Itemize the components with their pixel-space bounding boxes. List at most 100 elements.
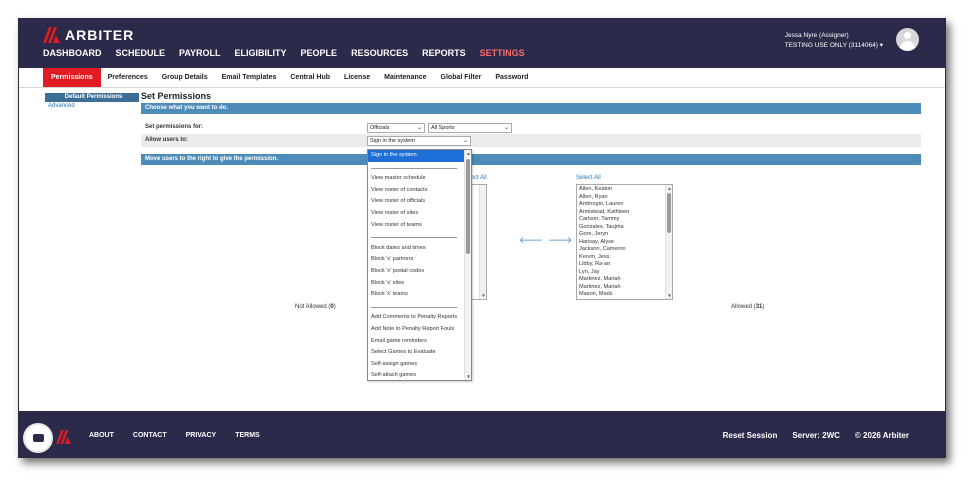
scroll-down-icon[interactable]: ▼ (480, 292, 486, 299)
nav-people[interactable]: PEOPLE (301, 48, 338, 58)
dropdown-option[interactable]: Self-assign games (368, 359, 471, 371)
reset-session-link[interactable]: Reset Session (723, 431, 778, 440)
chevron-down-icon: ⌄ (503, 125, 509, 131)
list-item[interactable]: Jackson, Cameron (577, 246, 672, 254)
list-item[interactable]: Martinez, Mariah (577, 276, 672, 284)
sport-select[interactable]: All Sports ⌄ (428, 123, 512, 133)
permission-select[interactable]: Sign in the system ⌄ (367, 136, 471, 146)
nav-settings[interactable]: SETTINGS (480, 48, 525, 58)
allow-users-row: Allow users to: Sign in the system ⌄ (141, 134, 921, 147)
side-menu: Default Permissions Advanced (45, 93, 139, 111)
nav-reports[interactable]: REPORTS (422, 48, 466, 58)
list-item[interactable]: Ambrogio, Lauren (577, 201, 672, 209)
chevron-down-icon: ⌄ (416, 125, 422, 131)
tab-global-filter[interactable]: Global Filter (434, 68, 489, 87)
dropdown-option[interactable]: Block dates and times (368, 243, 471, 255)
list-item[interactable]: Gore, Jeryn (577, 231, 672, 239)
chat-button[interactable] (23, 423, 53, 453)
dropdown-option[interactable]: View roster of teams (368, 220, 471, 232)
allowed-list-scrollbar[interactable]: ▲ ▼ (665, 185, 672, 299)
list-item[interactable]: Allen, Keaton (577, 186, 672, 194)
arbiter-footer-logo-icon (56, 430, 71, 444)
move-right-icon[interactable]: 🡒 (548, 235, 577, 245)
dropdown-option[interactable]: Block 'x' teams (368, 289, 471, 301)
nav-payroll[interactable]: PAYROLL (179, 48, 221, 58)
nav-eligibility[interactable]: ELIGIBILITY (235, 48, 287, 58)
list-item[interactable]: Mason, Mads (577, 291, 672, 299)
not-allowed-list[interactable]: ▼ (471, 184, 487, 300)
scroll-thumb[interactable] (667, 193, 671, 233)
dropdown-option[interactable]: Self-attach games (368, 370, 471, 380)
dropdown-option[interactable]: Select Games to Evaluate (368, 347, 471, 359)
tab-password[interactable]: Password (488, 68, 535, 87)
sidebar-item-default-permissions[interactable]: Default Permissions (45, 93, 139, 102)
tab-maintenance[interactable]: Maintenance (377, 68, 433, 87)
dropdown-option[interactable]: View roster of sites (368, 208, 471, 220)
move-left-icon[interactable]: 🡐 (519, 235, 548, 245)
user-type-select[interactable]: Officials ⌄ (367, 123, 425, 133)
dropdown-option[interactable]: Add Note to Penalty Report Fouls (368, 324, 471, 336)
tab-permissions[interactable]: Permissions (43, 68, 101, 87)
tab-preferences[interactable]: Preferences (101, 68, 155, 87)
page-title: Set Permissions (141, 91, 212, 101)
scroll-up-icon[interactable]: ▲ (666, 185, 672, 192)
list-item[interactable]: Gonzales, Taujma (577, 224, 672, 232)
permission-dropdown-list[interactable]: Sign in the system View master schedule Vi… (367, 149, 472, 381)
user-menu[interactable]: Jessa Nyre (Assigner) TESTING USE ONLY (… (785, 31, 883, 51)
list-item[interactable]: Lyn, Jay (577, 269, 672, 277)
avatar[interactable] (896, 28, 919, 51)
set-permissions-label: Set permissions for: (145, 124, 204, 130)
tab-email-templates[interactable]: Email Templates (215, 68, 284, 87)
dropdown-option[interactable]: Add Comments to Penalty Reports (368, 312, 471, 324)
scroll-down-icon[interactable]: ▼ (666, 292, 672, 299)
dropdown-option[interactable]: Email game reminders (368, 336, 471, 348)
dropdown-option[interactable]: Block 'x' postal codes (368, 266, 471, 278)
list-item[interactable]: Kervin, Jess (577, 254, 672, 262)
set-permissions-row: Set permissions for: Officials ⌄ All Spor… (141, 121, 921, 134)
list-item[interactable]: Libby, Ra-an (577, 261, 672, 269)
not-allowed-count: Not Allowed (0) (295, 304, 336, 310)
settings-tabs: Permissions Preferences Group Details Em… (19, 68, 945, 88)
server-label: Server: 2WC (792, 431, 840, 440)
footer-info: Reset Session Server: 2WC © 2026 Arbiter (708, 431, 909, 440)
allowed-users-list[interactable]: Allen, Keaton Allen, Ryan Ambrogio, Laur… (576, 184, 673, 300)
dropdown-option[interactable]: Sign in the system (368, 150, 471, 162)
nav-schedule[interactable]: SCHEDULE (116, 48, 166, 58)
brand-name: ARBITER (65, 27, 135, 43)
scroll-down-icon[interactable]: ▼ (465, 373, 471, 380)
dropdown-separator (368, 231, 471, 243)
scroll-thumb[interactable] (466, 159, 470, 254)
top-navigation-bar: ARBITER DASHBOARD SCHEDULE PAYROLL ELIGI… (19, 19, 945, 68)
tab-group-details[interactable]: Group Details (155, 68, 215, 87)
footer-about-link[interactable]: ABOUT (89, 432, 114, 439)
footer-contact-link[interactable]: CONTACT (133, 432, 167, 439)
dropdown-option[interactable]: Block 'x' partners (368, 254, 471, 266)
dropdown-option[interactable]: View roster of officials (368, 196, 471, 208)
dropdown-option[interactable]: View roster of contacts (368, 185, 471, 197)
list-item[interactable]: Harisay, Alyse (577, 239, 672, 247)
move-users-header: Move users to the right to give the perm… (141, 154, 921, 165)
footer-privacy-link[interactable]: PRIVACY (186, 432, 217, 439)
list-item[interactable]: Allen, Ryan (577, 194, 672, 202)
app-window: ARBITER DASHBOARD SCHEDULE PAYROLL ELIGI… (18, 18, 946, 458)
arbiter-logo-icon (43, 27, 60, 43)
arbiter-logo[interactable]: ARBITER (43, 27, 134, 43)
footer-links: ABOUT CONTACT PRIVACY TERMS (89, 432, 279, 439)
dropdown-option[interactable]: View master schedule (368, 173, 471, 185)
tab-license[interactable]: License (337, 68, 377, 87)
nav-resources[interactable]: RESOURCES (351, 48, 408, 58)
list-item[interactable]: Carlson, Tammy (577, 216, 672, 224)
dropdown-option[interactable]: Block 'x' sites (368, 278, 471, 290)
footer-terms-link[interactable]: TERMS (235, 432, 260, 439)
select-all-allowed[interactable]: Select All (576, 175, 601, 181)
chevron-down-icon: ⌄ (462, 138, 468, 144)
nav-dashboard[interactable]: DASHBOARD (43, 48, 102, 58)
tab-central-hub[interactable]: Central Hub (283, 68, 337, 87)
list-item[interactable]: Armistead, Kathleen (577, 209, 672, 217)
chevron-down-icon: ▾ (879, 42, 883, 49)
sidebar-item-advanced[interactable]: Advanced (45, 102, 139, 111)
dropdown-scrollbar[interactable]: ▲ ▼ (464, 150, 471, 380)
allowed-count: Allowed (31) (731, 304, 765, 310)
list-item[interactable]: Martinez, Mariah (577, 284, 672, 292)
scroll-up-icon[interactable]: ▲ (465, 150, 471, 157)
